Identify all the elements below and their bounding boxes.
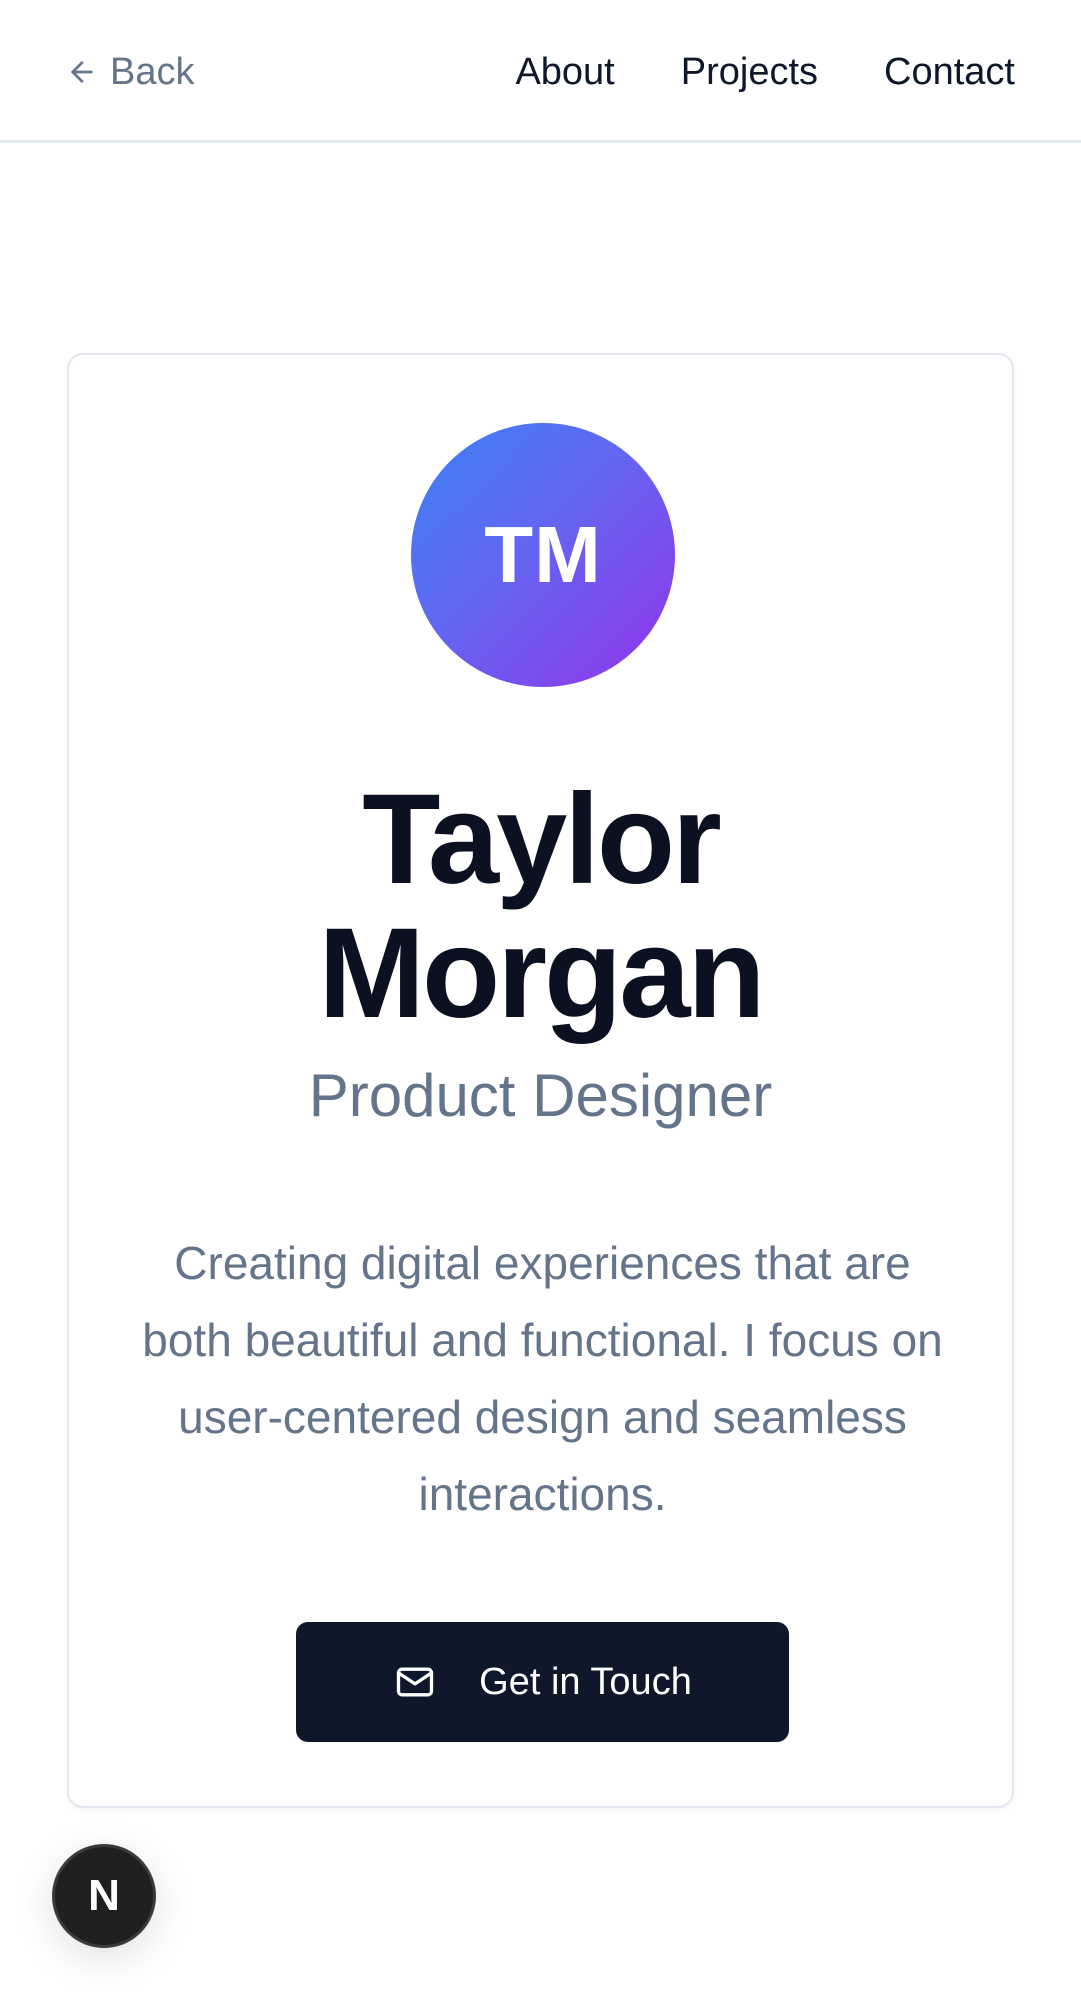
mail-icon bbox=[397, 1667, 434, 1697]
profile-card: TM Taylor Morgan Product Designer Creati… bbox=[67, 353, 1014, 1808]
get-in-touch-button[interactable]: Get in Touch bbox=[296, 1622, 789, 1742]
nav-link-contact[interactable]: Contact bbox=[884, 51, 1015, 94]
profile-role: Product Designer bbox=[308, 1062, 773, 1129]
nextjs-logo-icon[interactable]: N bbox=[52, 1844, 156, 1948]
back-link-label: Back bbox=[110, 50, 195, 93]
profile-last-name: Morgan bbox=[318, 902, 765, 1045]
get-in-touch-label: Get in Touch bbox=[479, 1660, 692, 1703]
avatar: TM bbox=[411, 423, 675, 687]
profile-bio: Creating digital experiences that are bo… bbox=[142, 1237, 943, 1520]
nav-link-about[interactable]: About bbox=[515, 51, 614, 94]
top-navigation-bar: Back About Projects Contact bbox=[0, 0, 1081, 143]
nav-link-projects[interactable]: Projects bbox=[681, 51, 818, 94]
main-nav: About Projects Contact bbox=[515, 44, 1015, 100]
badge-letter: N bbox=[88, 1871, 120, 1920]
back-link[interactable]: Back bbox=[66, 44, 194, 100]
profile-name: Taylor Morgan bbox=[69, 773, 1012, 1041]
profile-first-name: Taylor bbox=[362, 768, 722, 911]
arrow-left-icon bbox=[71, 61, 93, 83]
avatar-initials: TM bbox=[484, 510, 602, 599]
